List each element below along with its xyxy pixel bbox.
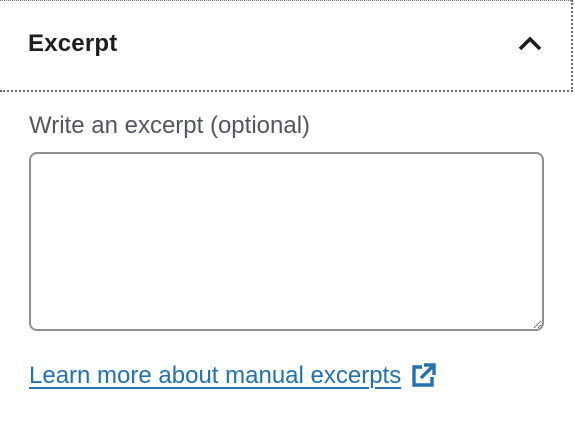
chevron-up-icon[interactable] (515, 29, 545, 59)
excerpt-panel: Excerpt Write an excerpt (optional) Lear… (0, 0, 575, 431)
learn-more-link[interactable]: Learn more about manual excerpts (29, 362, 437, 390)
excerpt-panel-header[interactable]: Excerpt (0, 0, 573, 92)
excerpt-field-group: Write an excerpt (optional) (29, 108, 545, 331)
learn-more-link-text: Learn more about manual excerpts (29, 362, 402, 389)
panel-title: Excerpt (28, 29, 118, 57)
excerpt-textarea[interactable] (29, 152, 544, 331)
external-link-icon (409, 362, 437, 390)
excerpt-field-label: Write an excerpt (optional) (29, 112, 311, 139)
